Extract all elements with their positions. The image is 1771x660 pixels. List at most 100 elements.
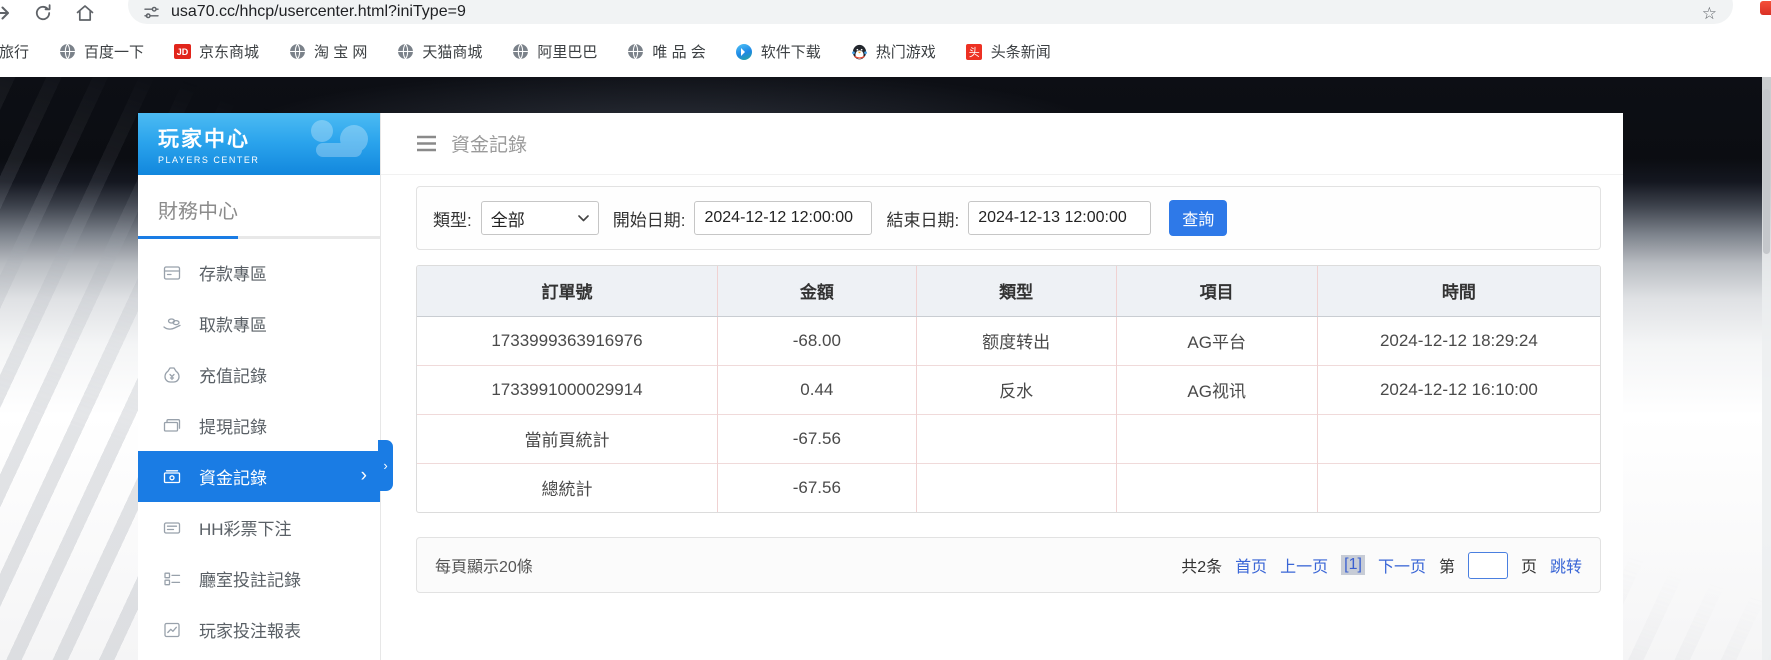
end-date-input[interactable] xyxy=(968,201,1151,235)
pagination-controls: 共2条 首页 上一页 [1] 下一页 第 页 跳转 xyxy=(1181,552,1582,579)
prev-page-link[interactable]: 上一页 xyxy=(1280,553,1328,577)
download-icon xyxy=(736,43,753,60)
toutiao-icon: 头 xyxy=(966,43,983,60)
sidebar-collapse-handle[interactable]: › xyxy=(378,440,393,491)
table-header-row: 訂單號 金額 類型 項目 時間 xyxy=(417,266,1600,316)
bookmark-tmall[interactable]: 天猫商城 xyxy=(397,41,482,62)
first-page-link[interactable]: 首页 xyxy=(1235,553,1267,577)
forward-arrow-icon[interactable] xyxy=(0,2,13,24)
jump-suffix-label: 页 xyxy=(1521,553,1537,577)
sidebar-item-label: 提現記錄 xyxy=(199,413,267,438)
bookmark-jd[interactable]: JD 京东商城 xyxy=(174,41,259,62)
type-select[interactable]: 全部 xyxy=(481,201,599,235)
item-cell: AG平台 xyxy=(1116,316,1317,365)
menu-toggle-icon[interactable] xyxy=(416,135,437,152)
scrollbar-thumb[interactable] xyxy=(1763,89,1770,254)
bookmark-label: 京东商城 xyxy=(199,41,259,62)
deposit-icon xyxy=(162,263,182,283)
start-date-input[interactable] xyxy=(694,201,872,235)
bookmark-alibaba[interactable]: 阿里巴巴 xyxy=(512,41,597,62)
sidebar-item-label: 取款專區 xyxy=(199,311,267,336)
amount-cell: -67.56 xyxy=(717,463,916,512)
bookmark-toutiao[interactable]: 头 头条新闻 xyxy=(966,41,1051,62)
sidebar-item-withdraw[interactable]: 取款專區 xyxy=(138,298,380,349)
bookmark-label: 百度一下 xyxy=(84,41,144,62)
column-header: 訂單號 xyxy=(417,266,717,316)
total-count: 共2条 xyxy=(1181,553,1222,577)
browser-window: usa70.cc/hhcp/usercenter.html?iniType=9 … xyxy=(0,0,1771,660)
page-jump-input[interactable] xyxy=(1468,552,1508,579)
bookmarks-bar: 旅行 百度一下 JD 京东商城 淘 宝 网 天猫商城 阿里巴巴 唯 品 会 软件 xyxy=(0,26,1771,77)
page-title: 資金記錄 xyxy=(451,130,527,157)
jump-button[interactable]: 跳转 xyxy=(1550,553,1582,577)
type-cell: 额度转出 xyxy=(916,316,1116,365)
jd-icon: JD xyxy=(174,43,191,60)
sidebar-item-funds-record[interactable]: 資金記錄 xyxy=(138,451,380,502)
chevron-right-icon xyxy=(361,465,367,487)
globe-icon xyxy=(289,43,306,60)
bookmark-travel[interactable]: 旅行 xyxy=(0,41,29,62)
chevron-down-icon xyxy=(578,215,589,222)
funds-table: 訂單號 金額 類型 項目 時間 1733999363916976 -68.00 … xyxy=(416,265,1601,513)
sidebar-item-hh-lottery[interactable]: HH彩票下注 xyxy=(138,502,380,553)
bookmark-label: 淘 宝 网 xyxy=(314,41,367,62)
penguin-icon xyxy=(851,43,868,60)
amount-cell: -67.56 xyxy=(717,414,916,463)
hand-coins-icon xyxy=(162,314,182,334)
bookmark-label: 旅行 xyxy=(0,41,29,62)
bookmark-taobao[interactable]: 淘 宝 网 xyxy=(289,41,367,62)
bookmark-label: 热门游戏 xyxy=(876,41,936,62)
filter-bar: 類型: 全部 開始日期: 結束日期: 查詢 xyxy=(416,186,1601,250)
section-divider xyxy=(138,236,380,239)
end-date-label: 結束日期: xyxy=(886,206,959,231)
bookmark-label: 唯 品 会 xyxy=(652,41,705,62)
finance-section-title: 財務中心 xyxy=(138,175,380,224)
label-cell: 總統計 xyxy=(417,463,717,512)
globe-icon xyxy=(59,43,76,60)
page-background: 玩家中心 PLAYERS CENTER 財務中心 存款專區 取款專區 xyxy=(0,77,1771,660)
column-header: 時間 xyxy=(1317,266,1600,316)
type-label: 類型: xyxy=(433,206,472,231)
bookmark-label: 阿里巴巴 xyxy=(537,41,597,62)
sidebar-menu: 存款專區 取款專區 充值記錄 提現記錄 資金記錄 xyxy=(138,247,380,655)
next-page-link[interactable]: 下一页 xyxy=(1378,553,1426,577)
label-cell: 當前頁統計 xyxy=(417,414,717,463)
address-bar[interactable]: usa70.cc/hhcp/usercenter.html?iniType=9 … xyxy=(128,0,1733,24)
type-cell: 反水 xyxy=(916,365,1116,414)
amount-cell: 0.44 xyxy=(717,365,916,414)
sidebar-item-deposit[interactable]: 存款專區 xyxy=(138,247,380,298)
ticket-icon xyxy=(162,518,182,538)
sidebar-item-player-report[interactable]: 玩家投注報表 xyxy=(138,604,380,655)
bookmark-vip[interactable]: 唯 品 会 xyxy=(627,41,705,62)
money-bag-icon xyxy=(162,365,182,385)
globe-icon xyxy=(627,43,644,60)
sidebar-item-label: 玩家投注報表 xyxy=(199,617,301,642)
pagination-bar: 每頁顯示20條 共2条 首页 上一页 [1] 下一页 第 页 跳转 xyxy=(416,537,1601,593)
bookmark-star-icon[interactable]: ☆ xyxy=(1702,5,1717,23)
site-settings-icon[interactable] xyxy=(144,5,159,20)
url-text[interactable]: usa70.cc/hhcp/usercenter.html?iniType=9 xyxy=(171,3,466,21)
sidebar-item-recharge-record[interactable]: 充值記錄 xyxy=(138,349,380,400)
reload-icon[interactable] xyxy=(32,2,54,24)
bookmark-baidu[interactable]: 百度一下 xyxy=(59,41,144,62)
globe-icon xyxy=(512,43,529,60)
bookmark-software[interactable]: 软件下载 xyxy=(736,41,821,62)
wallet-icon xyxy=(162,416,182,436)
time-cell: 2024-12-12 18:29:24 xyxy=(1317,316,1600,365)
globe-icon xyxy=(397,43,414,60)
sidebar-item-hall-bets[interactable]: 廳室投註記錄 xyxy=(138,553,380,604)
search-button[interactable]: 查詢 xyxy=(1169,200,1227,236)
content-header: 資金記錄 xyxy=(381,113,1623,175)
list-icon xyxy=(162,569,182,589)
sidebar-item-label: 資金記錄 xyxy=(199,464,267,489)
sidebar-item-withdrawal-record[interactable]: 提現記錄 xyxy=(138,400,380,451)
column-header: 項目 xyxy=(1116,266,1317,316)
players-center-banner: 玩家中心 PLAYERS CENTER xyxy=(138,113,380,175)
bookmark-games[interactable]: 热门游戏 xyxy=(851,41,936,62)
extension-icon[interactable] xyxy=(1760,1,1771,15)
page-size-text: 每頁顯示20條 xyxy=(435,553,533,577)
grand-total-row: 總統計 -67.56 xyxy=(417,463,1600,512)
sidebar: 玩家中心 PLAYERS CENTER 財務中心 存款專區 取款專區 xyxy=(138,113,381,660)
order-no-cell: 1733999363916976 xyxy=(417,316,717,365)
home-icon[interactable] xyxy=(74,2,96,24)
